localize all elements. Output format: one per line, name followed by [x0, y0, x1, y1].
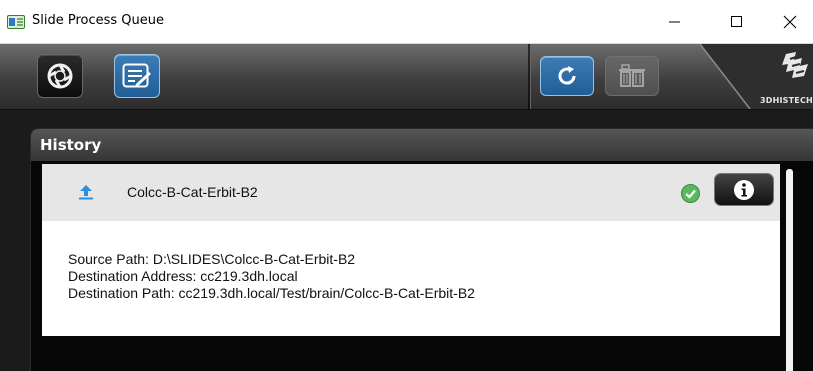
- toolbar-separator: [528, 44, 531, 109]
- refresh-icon: [558, 66, 576, 85]
- minimize-button[interactable]: [652, 0, 698, 43]
- title-bar: Slide Process Queue: [0, 0, 813, 44]
- minimize-icon: [669, 21, 680, 22]
- entry-details: Source Path: D:\SLIDES\Colcc-B-Cat-Erbit…: [42, 221, 780, 336]
- source-path: Source Path: D:\SLIDES\Colcc-B-Cat-Erbit…: [68, 251, 356, 267]
- toolbar: [0, 44, 813, 110]
- app-icon: [7, 15, 25, 29]
- refresh-button[interactable]: [540, 56, 594, 96]
- destination-address: Destination Address: cc219.3dh.local: [68, 268, 298, 284]
- entry-name: Colcc-B-Cat-Erbit-B2: [127, 184, 258, 200]
- queue-list-button[interactable]: [114, 54, 160, 98]
- checkmark-icon: [681, 184, 700, 203]
- close-button[interactable]: [767, 0, 813, 43]
- delete-button[interactable]: [605, 56, 659, 96]
- maximize-button[interactable]: [714, 0, 760, 43]
- brand-name: 3DHISTECH: [760, 96, 813, 105]
- trash-icon: [619, 64, 645, 87]
- close-icon: [783, 15, 797, 28]
- process-button[interactable]: [37, 54, 83, 98]
- vertical-scrollbar[interactable]: [786, 169, 793, 371]
- aperture-icon: [47, 63, 73, 89]
- history-header: History: [31, 129, 813, 161]
- window-title: Slide Process Queue: [32, 13, 165, 28]
- edit-list-icon: [122, 63, 151, 88]
- destination-path: Destination Path: cc219.3dh.local/Test/b…: [68, 285, 475, 301]
- upload-icon: [79, 185, 93, 200]
- info-button[interactable]: [714, 173, 774, 206]
- list-item[interactable]: Colcc-B-Cat-Erbit-B2: [42, 164, 780, 221]
- history-panel: History Colcc-B-Cat-Erbit-B2 Source Path…: [30, 128, 813, 371]
- history-title: History: [40, 136, 102, 154]
- maximize-icon: [731, 15, 742, 27]
- info-icon: [734, 179, 754, 200]
- 3dhistech-logo-icon: [782, 52, 808, 78]
